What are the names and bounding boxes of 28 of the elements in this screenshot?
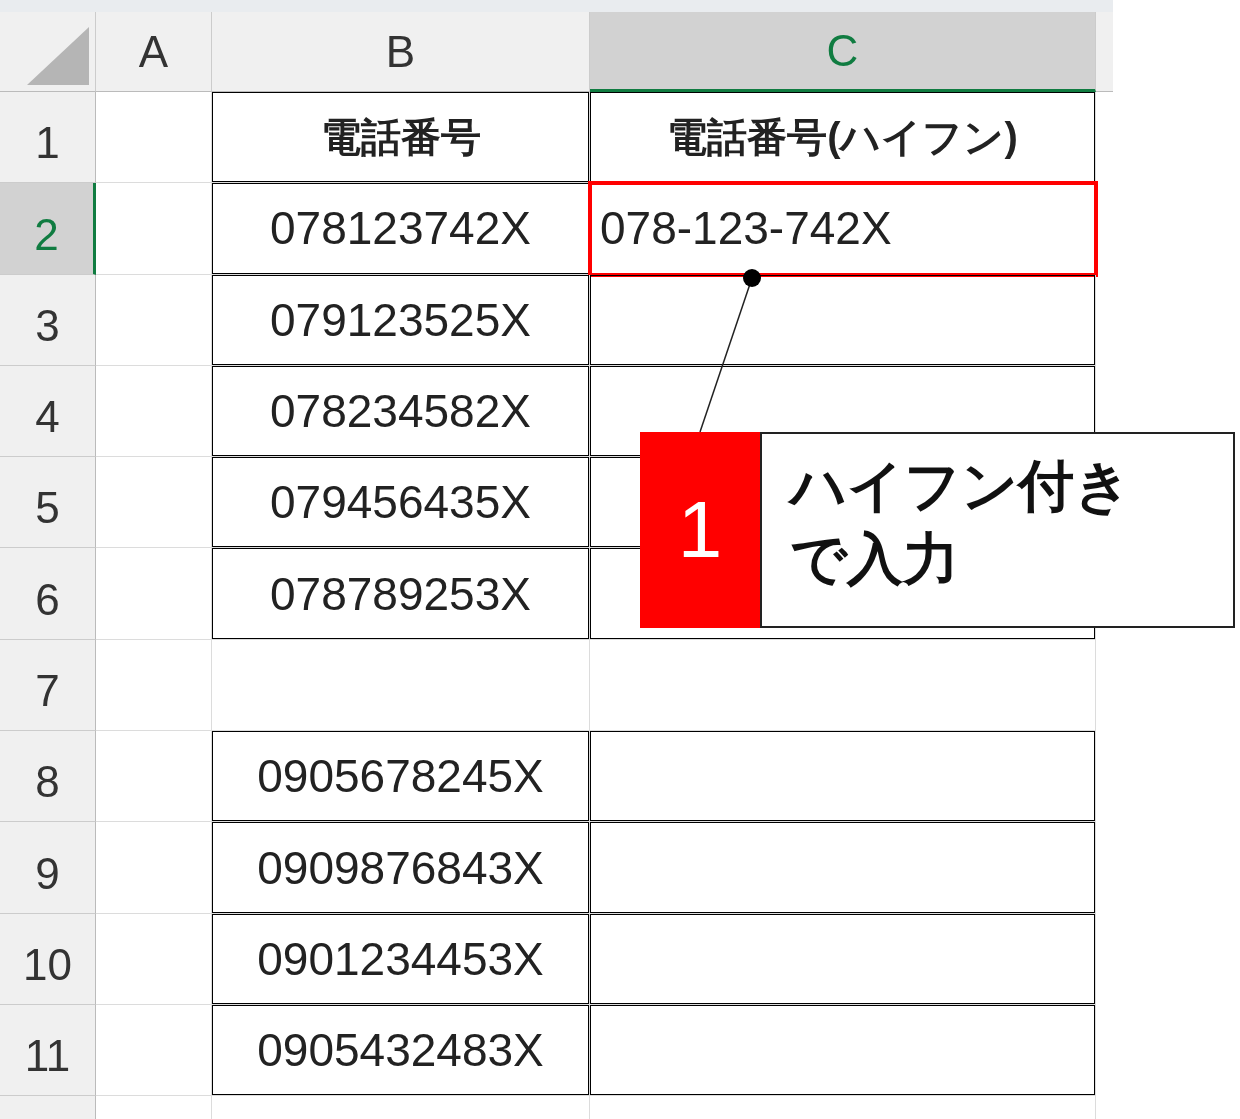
row-header[interactable]: 8 (0, 731, 96, 823)
table-cell: 078234582X (212, 365, 590, 458)
callout-text: ハイフン付きで入力 (790, 453, 1132, 592)
row-header[interactable]: 11 (0, 1004, 96, 1097)
row-header[interactable]: 6 (0, 548, 96, 640)
row-header[interactable]: 1 (0, 92, 96, 184)
table-cell: 0909876843X (212, 822, 590, 914)
row-header[interactable]: 9 (0, 822, 96, 914)
table-cell: 0905432483X (212, 1004, 590, 1097)
column-header[interactable] (1096, 12, 1113, 92)
table-cell: 電話番号(ハイフン) (590, 92, 1096, 184)
row-header[interactable]: 10 (0, 913, 96, 1005)
row-header[interactable]: 7 (0, 639, 96, 732)
column-header[interactable]: A (96, 12, 212, 92)
table-cell: 電話番号 (212, 92, 590, 184)
table-cell: 079123525X (212, 274, 590, 366)
row-header[interactable]: 5 (0, 457, 96, 549)
step-number: 1 (640, 432, 760, 628)
select-all-triangle-icon[interactable] (27, 27, 89, 85)
row-header[interactable]: 3 (0, 274, 96, 366)
row-header[interactable]: 4 (0, 365, 96, 458)
column-header[interactable]: B (212, 12, 590, 92)
table-cell: 0905678245X (212, 731, 590, 823)
table-cell: 078-123-742X (590, 183, 1096, 275)
table-cell: 079456435X (212, 457, 590, 549)
table-cell: 0901234453X (212, 913, 590, 1005)
table-cell: 078123742X (212, 183, 590, 275)
table-cell: 078789253X (212, 548, 590, 640)
